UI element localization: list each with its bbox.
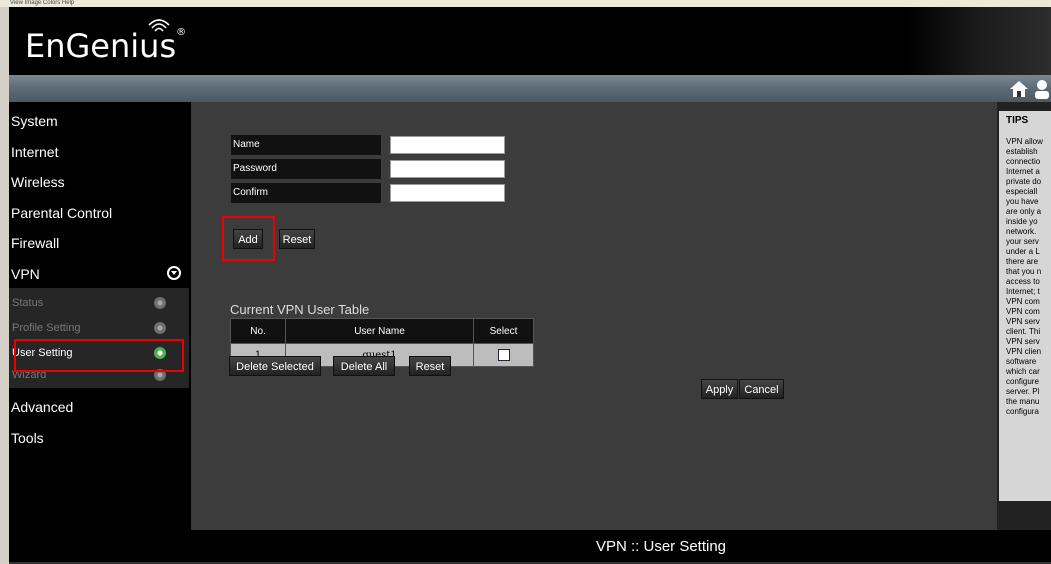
apply-button[interactable]: Apply: [701, 379, 738, 399]
name-label: Name: [231, 135, 381, 155]
col-no: No.: [230, 318, 286, 344]
confirm-label: Confirm: [231, 183, 381, 203]
top-nav-bar: [9, 75, 1051, 102]
highlight-user-setting: [14, 339, 184, 372]
delete-selected-button[interactable]: Delete Selected: [229, 356, 321, 376]
app-menubar: View Image Colors Help: [0, 0, 1051, 7]
user-icon[interactable]: [1032, 79, 1051, 99]
status-dot-icon: [154, 297, 166, 309]
header-fade: [905, 7, 1051, 75]
password-label: Password: [231, 159, 381, 179]
status-dot-icon: [154, 322, 166, 334]
table-reset-button[interactable]: Reset: [409, 356, 451, 376]
expand-arrow-icon: [167, 266, 181, 280]
sidebar-item-tools[interactable]: Tools: [11, 424, 181, 452]
wifi-icon: [148, 19, 170, 32]
sidebar-item-vpn-label: VPN: [11, 266, 40, 282]
row-select-cell: [473, 343, 534, 367]
tips-title: TIPS: [1006, 115, 1029, 126]
router-admin-page: View Image Colors Help EnGenius® System …: [0, 0, 1051, 564]
table-header-row: No. User Name Select: [230, 318, 534, 344]
logo-registered-mark: ®: [176, 27, 187, 38]
header: EnGenius®: [9, 7, 1051, 75]
sidebar-sub-status[interactable]: Status: [12, 292, 180, 314]
table-title: Current VPN User Table: [230, 302, 370, 317]
col-user-name: User Name: [285, 318, 474, 344]
sidebar-item-firewall[interactable]: Firewall: [11, 229, 181, 257]
tips-box: TIPS VPN allow establish connectio Inter…: [999, 111, 1051, 501]
col-select: Select: [473, 318, 534, 344]
footer-bar: VPN :: User Setting: [191, 530, 1051, 564]
sidebar-item-wireless[interactable]: Wireless: [11, 168, 181, 196]
tips-text: VPN allow establish connectio Internet a…: [1006, 137, 1043, 416]
sidebar-item-system[interactable]: System: [11, 107, 181, 135]
home-icon[interactable]: [1009, 79, 1029, 99]
cancel-button[interactable]: Cancel: [739, 379, 784, 399]
main-panel: Name Password Confirm Add Reset Current …: [191, 102, 997, 530]
sidebar-item-advanced[interactable]: Advanced: [11, 393, 181, 421]
highlight-add-button: [222, 216, 275, 261]
sidebar-sub-profile-setting[interactable]: Profile Setting: [12, 317, 180, 339]
delete-all-button[interactable]: Delete All: [333, 356, 395, 376]
confirm-input[interactable]: [390, 184, 505, 202]
sidebar-item-vpn[interactable]: VPN: [11, 260, 181, 288]
footer-title: VPN :: User Setting: [595, 538, 727, 555]
reset-button[interactable]: Reset: [279, 229, 315, 249]
sidebar-item-parental-control[interactable]: Parental Control: [11, 199, 181, 227]
sidebar-sub-profile-label: Profile Setting: [12, 322, 81, 334]
name-input[interactable]: [390, 136, 505, 154]
sidebar-sub-status-label: Status: [12, 297, 44, 309]
select-checkbox[interactable]: [497, 349, 510, 361]
window-left-edge: [0, 7, 9, 564]
password-input[interactable]: [390, 160, 505, 178]
sidebar-item-internet[interactable]: Internet: [11, 138, 181, 166]
